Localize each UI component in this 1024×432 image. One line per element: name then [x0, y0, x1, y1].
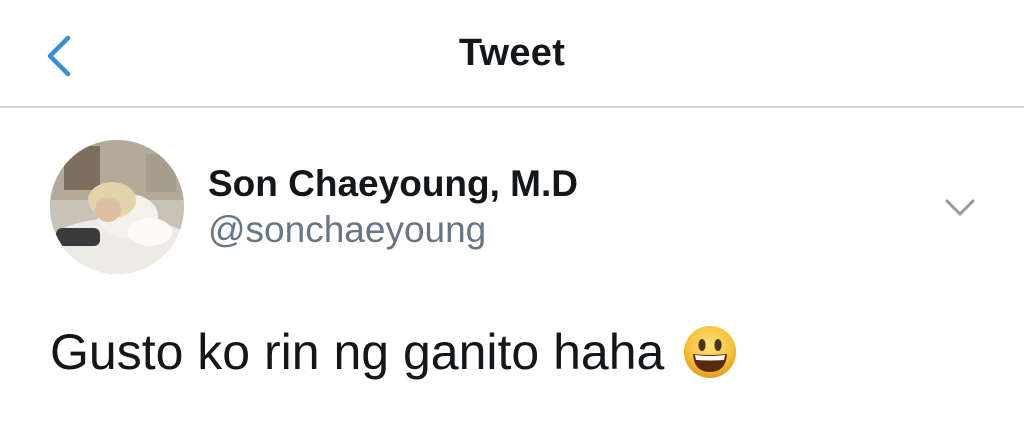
- tweet-detail: Son Chaeyoung, M.D @sonchaeyoung Gusto k…: [0, 108, 1024, 432]
- tweet-text: Gusto ko rin ng ganito haha: [50, 324, 665, 380]
- tweet-body: Gusto ko rin ng ganito haha: [50, 320, 738, 384]
- grinning-face-icon: [682, 324, 738, 380]
- tweet-author[interactable]: Son Chaeyoung, M.D @sonchaeyoung: [208, 162, 578, 252]
- chevron-down-icon: [940, 192, 980, 222]
- avatar[interactable]: [50, 140, 184, 274]
- tweet-options-button[interactable]: [940, 192, 980, 222]
- page-title: Tweet: [458, 32, 566, 74]
- navigation-bar: Tweet: [0, 0, 1024, 108]
- author-display-name: Son Chaeyoung, M.D: [208, 163, 578, 204]
- author-handle: @sonchaeyoung: [208, 209, 487, 250]
